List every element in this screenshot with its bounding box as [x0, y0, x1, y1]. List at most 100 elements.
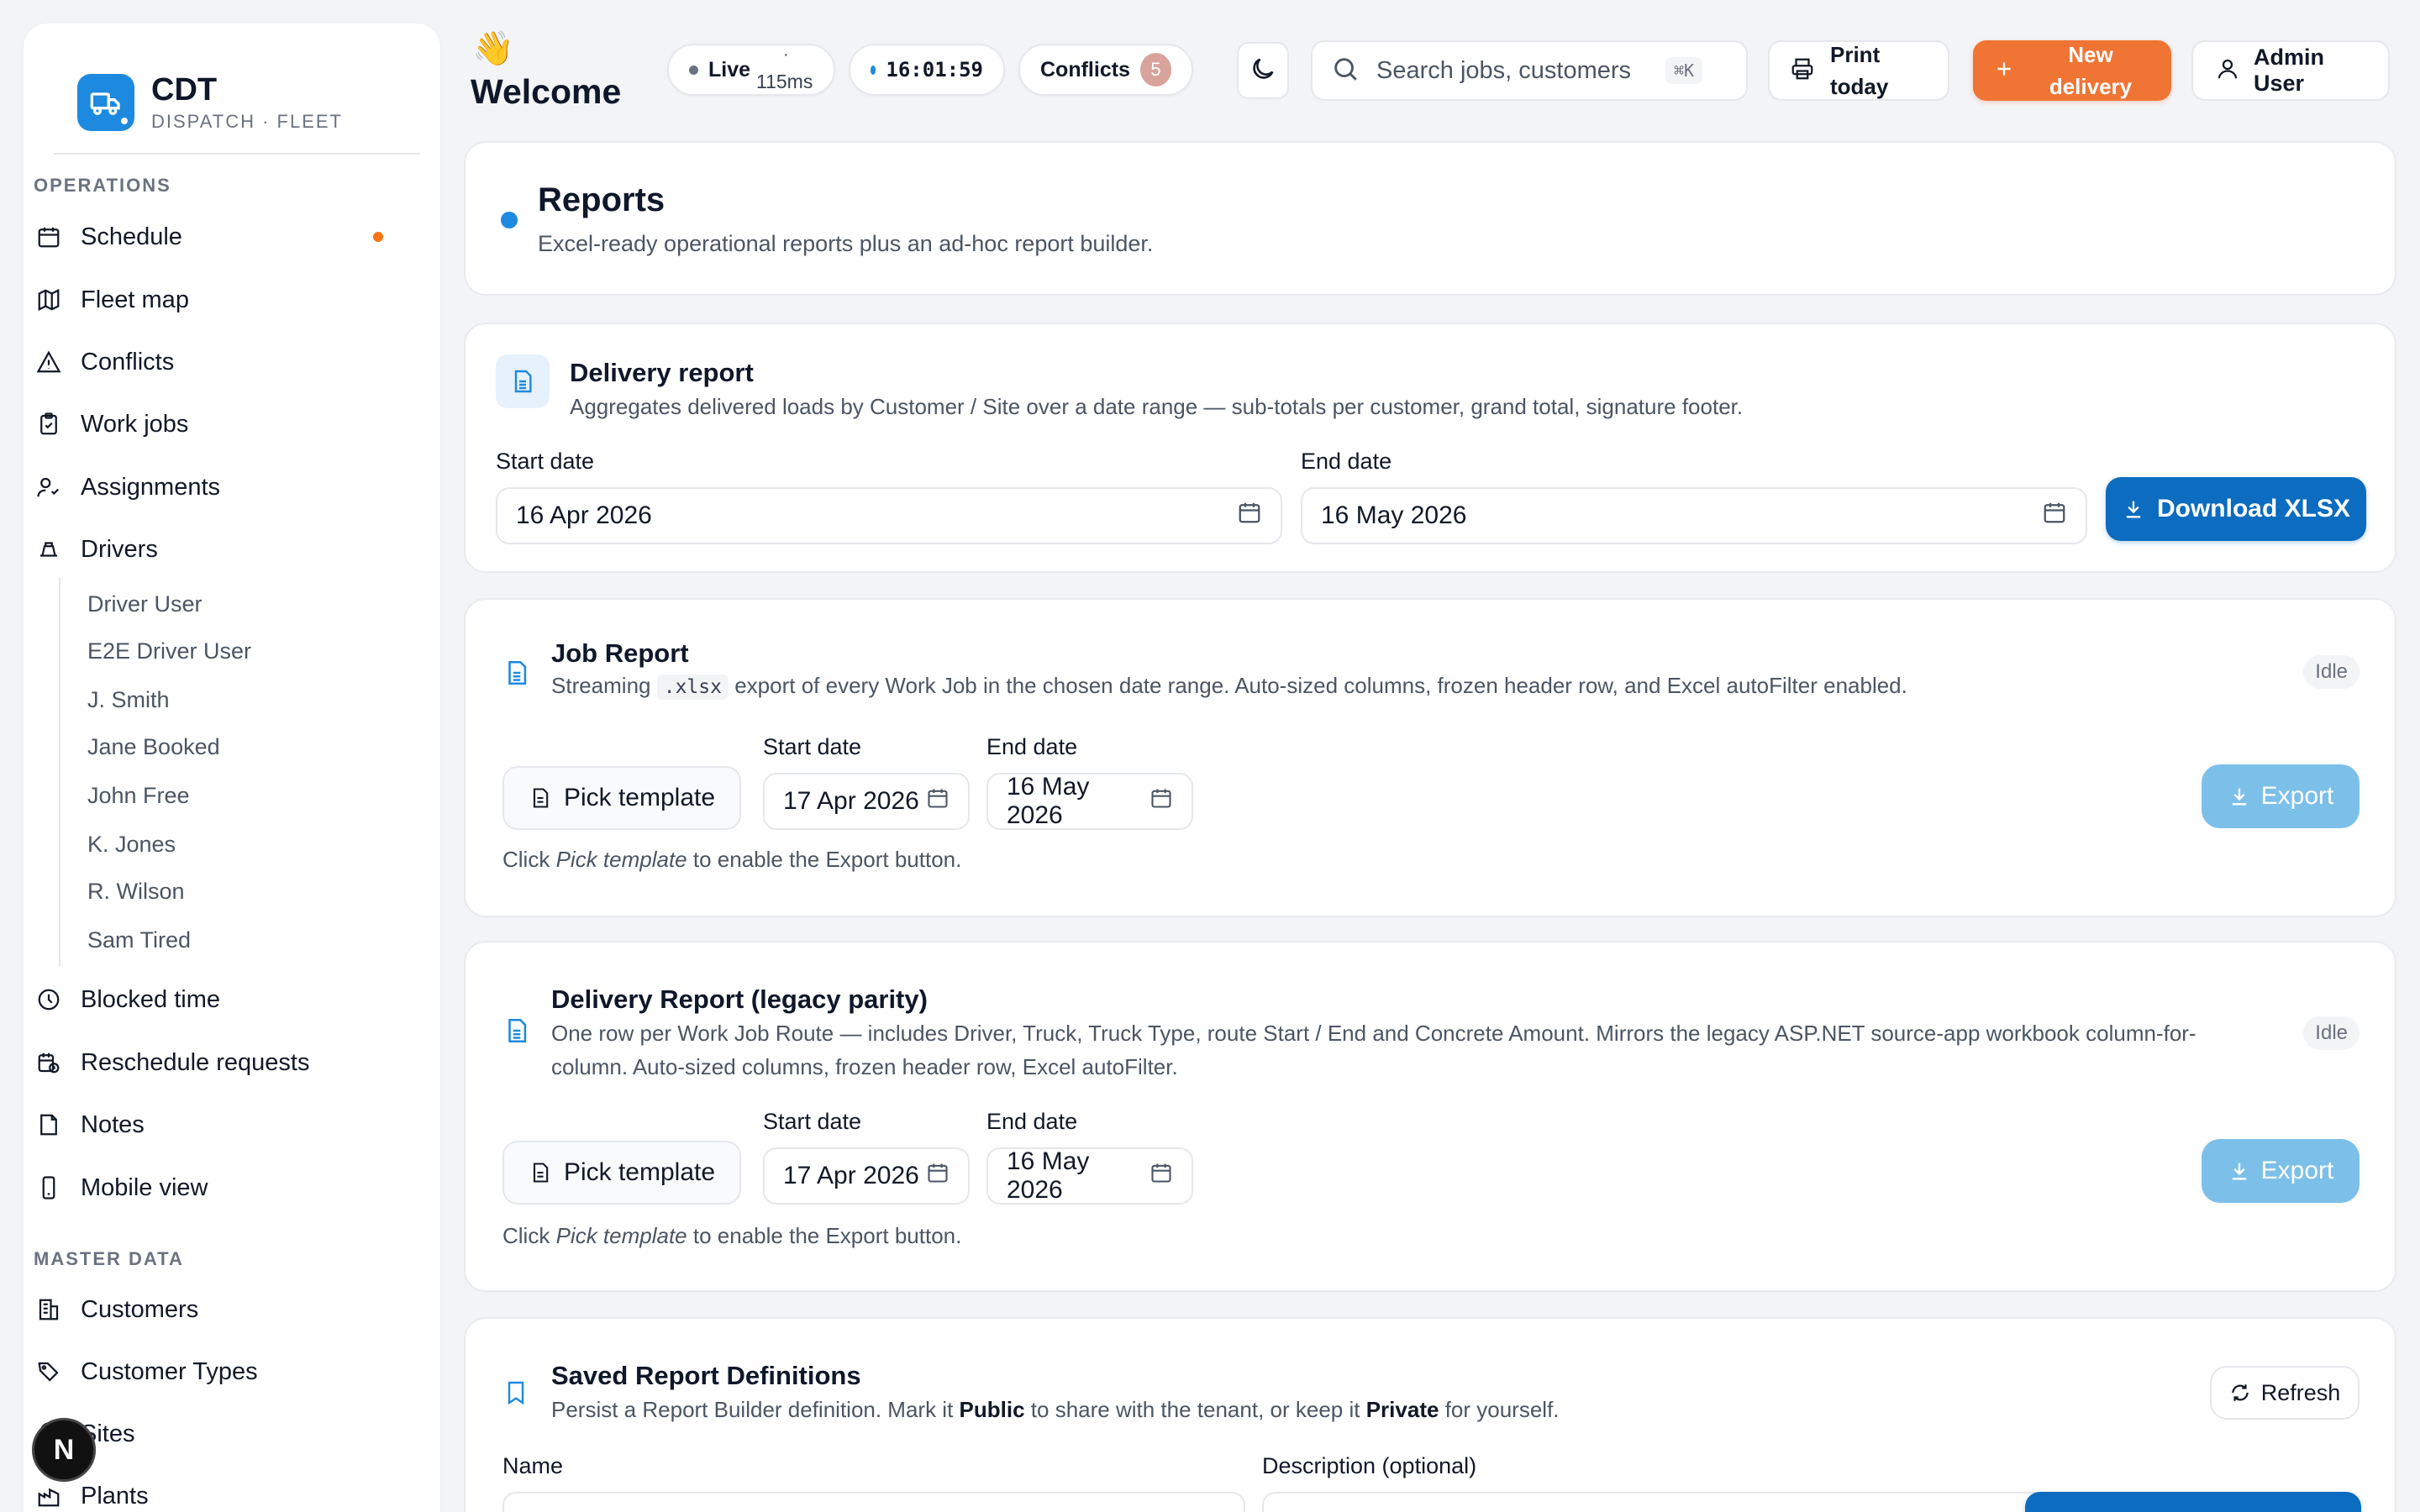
calendar-icon: [1150, 786, 1173, 816]
new-delivery-button[interactable]: New delivery: [1973, 40, 2171, 101]
end-date-input[interactable]: 16 May 2026: [986, 773, 1193, 830]
export-button[interactable]: Export: [2202, 764, 2360, 828]
brand[interactable]: CDT DISPATCH · FLEET: [54, 50, 420, 155]
start-date-input[interactable]: 17 Apr 2026: [763, 1147, 970, 1205]
calendar-icon: [1237, 500, 1262, 532]
refresh-button[interactable]: Refresh: [2210, 1366, 2360, 1420]
file-icon: [529, 786, 552, 810]
download-icon: [2122, 497, 2145, 521]
driver-item[interactable]: John Free: [87, 783, 190, 809]
user-menu-button[interactable]: Admin User: [2191, 40, 2390, 101]
end-date-input[interactable]: 16 May 2026: [986, 1147, 1193, 1205]
end-date-label: End date: [1301, 449, 1392, 474]
sidebar-item-label: Schedule: [81, 223, 182, 250]
sidebar-item-conflicts[interactable]: Conflicts: [34, 337, 403, 387]
sidebar-item-label: Plants: [81, 1482, 149, 1509]
dev-tools-badge[interactable]: N: [32, 1418, 96, 1482]
clock: 16:01:59: [886, 58, 983, 81]
sidebar-item-label: Blocked time: [81, 985, 221, 1013]
export-button[interactable]: Export: [2202, 1139, 2360, 1203]
theme-toggle-button[interactable]: [1237, 42, 1289, 99]
sidebar-item-schedule[interactable]: Schedule: [34, 212, 403, 262]
printer-icon: [1790, 56, 1815, 86]
saved-definitions-title: Saved Report Definitions: [551, 1361, 861, 1390]
download-icon: [2228, 1159, 2251, 1183]
search-input[interactable]: [1376, 56, 1654, 85]
live-status-pill[interactable]: Live 115ms ·: [667, 44, 835, 96]
steering-icon: [34, 534, 64, 564]
print-today-label: Print today: [1830, 42, 1889, 99]
conflicts-pill[interactable]: Conflicts 5: [1018, 44, 1193, 96]
sidebar-item-fleet-map[interactable]: Fleet map: [34, 275, 403, 325]
start-date-input[interactable]: 17 Apr 2026: [763, 773, 970, 830]
driver-item[interactable]: Sam Tired: [87, 927, 191, 953]
sidebar-item-assignments[interactable]: Assignments: [34, 462, 403, 512]
sidebar-item-label: Conflicts: [81, 348, 175, 375]
driver-item[interactable]: R. Wilson: [87, 879, 185, 905]
end-date-value: 16 May 2026: [1007, 773, 1090, 829]
spreadsheet-icon: [496, 354, 550, 408]
live-dot: [689, 65, 698, 75]
sidebar-item-drivers[interactable]: Drivers: [34, 524, 403, 575]
clock-icon: [34, 984, 64, 1015]
tags-icon: [34, 1357, 64, 1387]
download-icon: [2228, 785, 2251, 808]
calendar-icon: [34, 222, 64, 252]
description-label: Description (optional): [1262, 1453, 1477, 1478]
sidebar-item-blocked-time[interactable]: Blocked time: [34, 974, 403, 1025]
end-date-label: End date: [986, 1109, 1078, 1134]
factory-icon: [34, 1481, 64, 1511]
sidebar-item-label: Reschedule requests: [81, 1048, 310, 1076]
sidebar-item-reschedule-requests[interactable]: Reschedule requests: [34, 1037, 403, 1088]
save-definition-button[interactable]: [2025, 1492, 2361, 1512]
phone-icon: [34, 1173, 64, 1203]
conflicts-label: Conflicts: [1040, 57, 1130, 81]
page-accent-dot: [501, 212, 518, 228]
start-date-input[interactable]: 16 Apr 2026: [496, 487, 1282, 544]
page-title: Reports: [538, 181, 666, 218]
driver-item[interactable]: K. Jones: [87, 832, 176, 858]
download-xlsx-button[interactable]: Download XLSX: [2106, 477, 2366, 541]
welcome-title: Welcome: [471, 72, 622, 111]
clock-pill: 16:01:59: [849, 44, 1005, 96]
calendar-clock-icon: [34, 1047, 64, 1078]
pick-template-button[interactable]: Pick template: [502, 1141, 741, 1205]
job-report-card: Job Report Streaming .xlsx export of eve…: [464, 598, 2396, 917]
sidebar-item-customers[interactable]: Customers: [34, 1284, 403, 1335]
end-date-input[interactable]: 16 May 2026: [1301, 487, 2087, 544]
pick-template-label: Pick template: [563, 784, 716, 811]
search-box[interactable]: ⌘K: [1311, 40, 1748, 101]
print-today-button[interactable]: Print today: [1768, 40, 1949, 101]
sidebar-item-plants[interactable]: Plants: [34, 1471, 403, 1512]
saved-definitions-description: Persist a Report Builder definition. Mar…: [551, 1397, 1560, 1422]
name-label: Name: [502, 1453, 564, 1478]
end-date-value: 16 May 2026: [1321, 501, 1467, 529]
driver-item[interactable]: J. Smith: [87, 687, 170, 713]
calendar-icon: [926, 1161, 950, 1191]
driver-item[interactable]: E2E Driver User: [87, 638, 251, 664]
sidebar-item-work-jobs[interactable]: Work jobs: [34, 399, 403, 449]
user-icon: [2215, 56, 2240, 86]
legacy-delivery-report-card: Delivery Report (legacy parity) One row …: [464, 941, 2396, 1292]
user-assign-icon: [34, 472, 64, 502]
driver-item[interactable]: Driver User: [87, 591, 203, 617]
description-input[interactable]: [1262, 1492, 2069, 1512]
sidebar-item-notes[interactable]: Notes: [34, 1100, 403, 1150]
sidebar-item-customer-types[interactable]: Customer Types: [34, 1347, 403, 1397]
pick-template-button[interactable]: Pick template: [502, 766, 741, 830]
driver-item[interactable]: Jane Booked: [87, 734, 220, 760]
sidebar-item-mobile-view[interactable]: Mobile view: [34, 1163, 403, 1213]
delivery-report-title: Delivery report: [570, 358, 754, 387]
sidebar-item-label: Drivers: [81, 535, 158, 563]
name-input[interactable]: [502, 1492, 1245, 1512]
file-icon: [529, 1161, 552, 1184]
spreadsheet-icon: [502, 659, 531, 691]
export-label: Export: [2260, 1157, 2334, 1184]
brand-subtitle: DISPATCH · FLEET: [151, 111, 343, 132]
plus-icon: [1993, 58, 2015, 84]
notification-dot: [373, 232, 383, 242]
sidebar-item-label: Customer Types: [81, 1357, 258, 1385]
calendar-icon: [2042, 500, 2067, 532]
start-date-label: Start date: [763, 734, 862, 759]
nav-section-operations: OPERATIONS: [34, 175, 171, 196]
